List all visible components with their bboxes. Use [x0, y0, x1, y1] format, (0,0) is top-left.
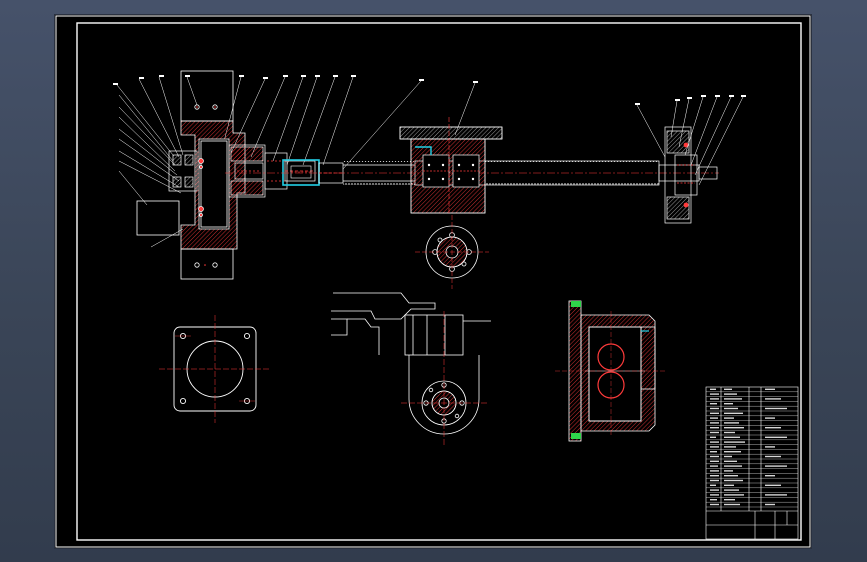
- parts-list-mark: [724, 446, 736, 448]
- parts-list-mark: [724, 451, 741, 453]
- parts-list-mark: [710, 441, 719, 443]
- parts-list-mark: [710, 451, 717, 453]
- nut-end-view[interactable]: [415, 215, 489, 289]
- nut-block-section[interactable]: [555, 300, 665, 442]
- parts-list-mark: [724, 431, 735, 434]
- parts-list-mark: [710, 427, 719, 429]
- parts-list-mark: [710, 412, 719, 414]
- parts-list-mark: [765, 417, 775, 419]
- parts-list-mark: [724, 412, 743, 414]
- parts-list-mark: [724, 479, 743, 482]
- parts-list-mark: [710, 479, 719, 482]
- motor-block: [136, 200, 180, 236]
- parts-list-mark: [724, 460, 737, 462]
- parts-list-mark: [724, 407, 738, 410]
- drawing-sheet: [55, 15, 811, 548]
- title-block[interactable]: [705, 386, 799, 540]
- parts-list-mark: [710, 499, 717, 501]
- parts-list-mark: [710, 460, 719, 462]
- parts-list-mark: [724, 393, 737, 395]
- right-bearing-support: [664, 126, 698, 224]
- parts-list-mark: [765, 465, 787, 467]
- parts-list-mark: [765, 503, 775, 506]
- parts-list-mark: [724, 398, 742, 400]
- parts-list-mark: [765, 427, 781, 429]
- parts-list-rows: [706, 388, 798, 508]
- parts-list-mark: [724, 470, 733, 472]
- parts-list-mark: [710, 489, 719, 491]
- main-assembly-section[interactable]: [113, 70, 746, 289]
- drawing-canvas[interactable]: [55, 15, 811, 548]
- parts-list-mark: [710, 465, 718, 467]
- parts-list-mark: [765, 407, 787, 410]
- parts-list-mark: [710, 494, 719, 496]
- parts-list-mark: [710, 455, 719, 458]
- motor-plate-view[interactable]: [159, 315, 271, 423]
- parts-list-mark: [765, 475, 775, 477]
- parts-list-mark: [724, 499, 735, 501]
- parts-list-mark: [710, 475, 719, 477]
- parts-list-mark: [765, 436, 787, 438]
- parts-list-mark: [710, 388, 716, 390]
- parts-list-mark: [710, 436, 716, 438]
- parts-list-mark: [765, 446, 775, 448]
- parts-list-mark: [765, 398, 781, 400]
- parts-list-mark: [724, 388, 732, 390]
- parts-list-mark: [765, 484, 781, 486]
- parts-list-mark: [724, 422, 739, 424]
- parts-list-mark: [710, 407, 719, 410]
- drawing-border: [55, 15, 811, 548]
- parts-list-mark: [710, 393, 719, 395]
- parts-list-mark: [765, 388, 775, 390]
- bearing-housing-view[interactable]: [331, 292, 491, 445]
- parts-list-mark: [710, 417, 718, 419]
- balloon-marks: [113, 75, 746, 105]
- parts-list-mark: [710, 446, 719, 448]
- parts-list-mark: [710, 403, 717, 405]
- left-bearing-support: [180, 70, 246, 280]
- parts-list-mark: [724, 427, 744, 429]
- parts-list-mark: [724, 475, 738, 477]
- parts-list-mark: [710, 484, 716, 486]
- parts-list-mark: [765, 455, 781, 458]
- leader-lines-right: [636, 96, 744, 186]
- cad-viewport[interactable]: [0, 0, 867, 562]
- parts-list-mark: [724, 503, 740, 506]
- parts-list-mark: [710, 422, 719, 424]
- parts-list-mark: [765, 494, 787, 496]
- left-bearing-cartridge: [228, 144, 288, 198]
- ball-nut-block[interactable]: [399, 117, 503, 215]
- parts-list-mark: [710, 470, 719, 472]
- parts-list-mark: [724, 441, 745, 443]
- parts-list-mark: [724, 403, 733, 405]
- parts-list-mark: [724, 489, 739, 491]
- parts-list-mark: [724, 455, 732, 458]
- parts-list-mark: [710, 431, 719, 434]
- parts-list-mark: [710, 503, 719, 506]
- parts-list-mark: [724, 484, 734, 486]
- parts-list-mark: [724, 436, 740, 438]
- parts-list-mark: [724, 465, 742, 467]
- parts-list-mark: [724, 417, 734, 419]
- parts-list-mark: [724, 494, 744, 496]
- parts-list-mark: [710, 398, 719, 400]
